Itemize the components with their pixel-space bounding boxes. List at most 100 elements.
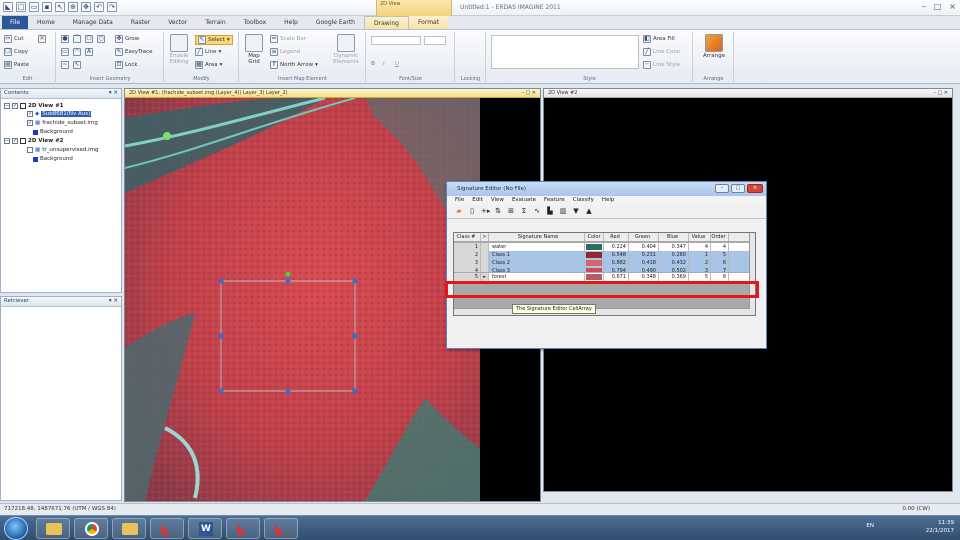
col-order[interactable]: Order bbox=[711, 233, 729, 241]
expand-icon[interactable]: − bbox=[4, 138, 10, 144]
tree-view1[interactable]: − ✓ 2D View #1 bbox=[4, 103, 64, 109]
table-row[interactable]: 4 Class 3 0.794 0.490 0.502 3 7 bbox=[454, 267, 754, 272]
col-green[interactable]: Green bbox=[629, 233, 659, 241]
scale-bar-button[interactable]: ═ Scale Bar bbox=[270, 35, 306, 43]
tab-vector[interactable]: Vector bbox=[159, 16, 196, 29]
col-value[interactable]: Value bbox=[689, 233, 711, 241]
ellipse-tool[interactable]: ○ bbox=[97, 35, 105, 43]
color-swatch[interactable] bbox=[585, 267, 604, 272]
taskbar-chrome[interactable] bbox=[74, 518, 108, 539]
taskbar-explorer[interactable] bbox=[36, 518, 70, 539]
minimize-button[interactable]: – bbox=[922, 2, 926, 11]
line-button[interactable]: ╱ Line ▾ bbox=[195, 48, 221, 56]
pointer-icon[interactable]: ↖ bbox=[55, 2, 65, 12]
menu-evaluate[interactable]: Evaluate bbox=[512, 196, 536, 205]
arrange-button[interactable]: Arrange bbox=[700, 34, 728, 59]
start-button[interactable] bbox=[4, 517, 28, 540]
area-fill-button[interactable]: ◧ Area Fill bbox=[643, 35, 675, 43]
menu-view[interactable]: View bbox=[491, 196, 504, 205]
line-style-button[interactable]: ┄ Line Style bbox=[643, 61, 680, 69]
sort-down-icon[interactable]: ▼ bbox=[572, 207, 580, 216]
expand-icon[interactable]: − bbox=[4, 103, 10, 109]
copy-button[interactable]: ❐ Copy bbox=[4, 48, 28, 56]
table-row[interactable]: 1 water 0.224 0.404 0.347 4 4 bbox=[454, 243, 754, 251]
north-arrow-button[interactable]: ⇑ North Arrow ▾ bbox=[270, 61, 318, 69]
horizontal-scrollbar[interactable] bbox=[454, 308, 755, 315]
arc-tool[interactable]: ◠ bbox=[73, 48, 81, 56]
tree-background2[interactable]: Background bbox=[33, 156, 73, 162]
italic-button[interactable]: I bbox=[383, 61, 385, 67]
tab-home[interactable]: Home bbox=[28, 16, 64, 29]
checkbox[interactable]: ✓ bbox=[27, 111, 33, 117]
maximize-button[interactable]: □ bbox=[934, 2, 942, 11]
tab-google-earth[interactable]: Google Earth bbox=[307, 16, 364, 29]
undo-icon[interactable]: ↶ bbox=[94, 2, 104, 12]
text-tool[interactable]: A bbox=[85, 48, 93, 56]
freehand-tool[interactable]: ~ bbox=[61, 61, 69, 69]
area-button[interactable]: ▦ Area ▾ bbox=[195, 61, 222, 69]
close-button[interactable]: × bbox=[747, 184, 763, 193]
statistics-icon[interactable]: Σ bbox=[520, 207, 528, 216]
polygon-tool[interactable]: ⬠ bbox=[85, 35, 93, 43]
paste-button[interactable]: ▤ Paste bbox=[4, 61, 29, 69]
menu-help[interactable]: Help bbox=[602, 196, 615, 205]
open-icon[interactable]: ▭ bbox=[29, 2, 39, 12]
tab-drawing[interactable]: Drawing bbox=[363, 16, 409, 29]
col-signature-name[interactable]: Signature Name bbox=[489, 233, 585, 241]
taskbar-word[interactable]: W bbox=[188, 518, 222, 539]
lock-button[interactable]: ⊡ Lock bbox=[115, 61, 138, 69]
tab-file[interactable]: File bbox=[2, 16, 29, 29]
select-button[interactable]: ↖ Select ▾ bbox=[195, 35, 233, 45]
style-gallery[interactable] bbox=[491, 35, 639, 69]
col-marker[interactable]: > bbox=[481, 233, 489, 241]
checkbox[interactable] bbox=[27, 147, 33, 153]
bold-button[interactable]: B bbox=[371, 61, 375, 67]
cursor-tool[interactable]: ↖ bbox=[73, 61, 81, 69]
tree-background1[interactable]: Background bbox=[33, 129, 73, 135]
table-row[interactable]: 3 Class 2 0.882 0.418 0.432 2 6 bbox=[454, 259, 754, 267]
col-red[interactable]: Red bbox=[604, 233, 629, 241]
delete-button[interactable]: ✕ bbox=[38, 35, 46, 43]
font-family-select[interactable] bbox=[371, 36, 421, 45]
point-tool[interactable]: ● bbox=[61, 35, 69, 43]
checkbox[interactable]: ✓ bbox=[27, 120, 33, 126]
color-swatch[interactable] bbox=[585, 259, 604, 267]
map-grid-button[interactable]: Map Grid bbox=[243, 34, 265, 65]
close-button[interactable]: × bbox=[949, 2, 956, 11]
add-signature-icon[interactable]: +▸ bbox=[481, 207, 490, 216]
underline-button[interactable]: U bbox=[395, 61, 399, 67]
sort-up-icon[interactable]: ▲ bbox=[585, 207, 593, 216]
minimize-button[interactable]: – bbox=[715, 184, 729, 193]
save-icon[interactable]: ▪ bbox=[42, 2, 52, 12]
merge-signature-icon[interactable]: ⊞ bbox=[507, 207, 515, 216]
cut-button[interactable]: ✂ Cut bbox=[4, 35, 23, 43]
tab-help[interactable]: Help bbox=[275, 16, 307, 29]
replace-signature-icon[interactable]: ⇅ bbox=[494, 207, 502, 216]
polyline-tool[interactable]: ⌒ bbox=[73, 35, 81, 43]
rotate-handle[interactable] bbox=[285, 271, 291, 277]
menu-edit[interactable]: Edit bbox=[472, 196, 483, 205]
signature-cellarray[interactable]: Class # > Signature Name Color Red Green… bbox=[453, 232, 756, 316]
checkbox[interactable]: ✓ bbox=[12, 138, 18, 144]
app-icon[interactable]: ◣ bbox=[3, 2, 13, 12]
font-size-select[interactable] bbox=[424, 36, 446, 45]
taskbar-files[interactable] bbox=[112, 518, 146, 539]
legend-button[interactable]: ≡ Legend bbox=[270, 48, 300, 56]
view2-window-controls[interactable]: – □ ✕ bbox=[933, 89, 948, 97]
line-color-button[interactable]: ╱ Line Color bbox=[643, 48, 681, 56]
clock-date[interactable]: 22/1/2017 bbox=[926, 527, 954, 535]
menu-classify[interactable]: Classify bbox=[573, 196, 594, 205]
column-icon[interactable]: ▥ bbox=[559, 207, 567, 216]
enable-editing-button[interactable]: Enable Editing bbox=[167, 34, 191, 65]
menu-file[interactable]: File bbox=[455, 196, 464, 205]
grow-button[interactable]: ✤ Grow bbox=[115, 35, 139, 43]
open-folder-icon[interactable]: ▰ bbox=[455, 207, 463, 216]
col-color[interactable]: Color bbox=[585, 233, 604, 241]
view1-window-controls[interactable]: – □ ✕ bbox=[521, 89, 536, 97]
new-icon[interactable]: □ bbox=[16, 2, 26, 12]
menu-feature[interactable]: Feature bbox=[544, 196, 565, 205]
histogram-icon[interactable]: ▙ bbox=[546, 207, 554, 216]
new-file-icon[interactable]: ▯ bbox=[468, 207, 476, 216]
mean-plot-icon[interactable]: ∿ bbox=[533, 207, 541, 216]
tree-view2[interactable]: − ✓ 2D View #2 bbox=[4, 138, 64, 144]
